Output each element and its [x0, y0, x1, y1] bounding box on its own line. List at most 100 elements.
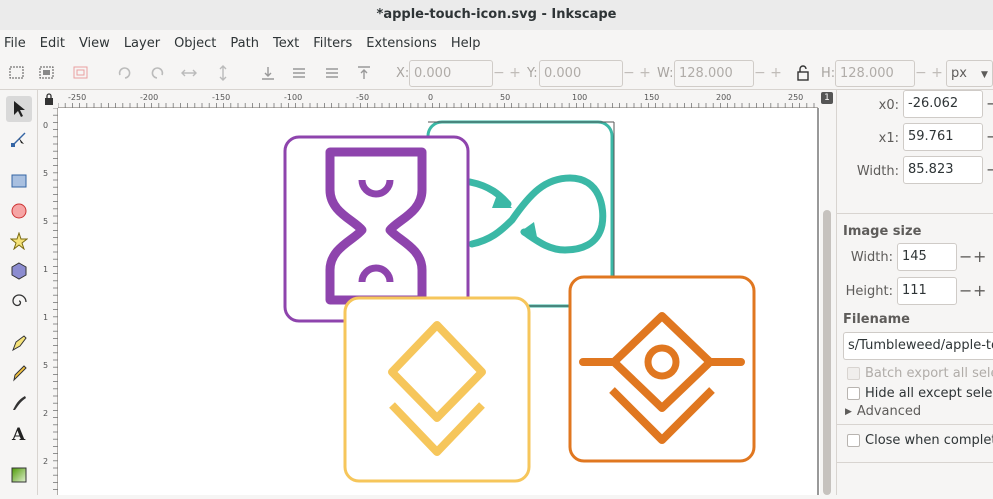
- rectangle-tool[interactable]: [6, 168, 32, 194]
- y-field[interactable]: 0.000: [539, 60, 623, 87]
- chevron-down-icon: ▼: [980, 70, 988, 80]
- menu-file[interactable]: File: [4, 36, 26, 51]
- menu-layer[interactable]: Layer: [124, 36, 160, 51]
- ruler-label: -100: [284, 93, 302, 102]
- filename-heading: Filename: [843, 312, 910, 327]
- text-tool[interactable]: A: [6, 420, 32, 446]
- image-size-heading: Image size: [843, 224, 922, 239]
- x-label: X:: [396, 66, 410, 81]
- node-tool[interactable]: [6, 126, 32, 152]
- h-spin[interactable]: − +: [915, 65, 943, 81]
- area-width-field[interactable]: 85.823: [903, 156, 983, 184]
- menu-view[interactable]: View: [79, 36, 110, 51]
- ellipse-tool[interactable]: [6, 198, 32, 224]
- w-spin[interactable]: − +: [754, 65, 782, 81]
- x1-label: x1:: [878, 131, 899, 146]
- checkbox-box: [847, 434, 860, 447]
- menu-filters[interactable]: Filters: [313, 36, 352, 51]
- unit-value: px: [951, 66, 967, 81]
- flip-vertical-icon[interactable]: [214, 65, 232, 81]
- menu-text[interactable]: Text: [273, 36, 299, 51]
- x0-label: x0:: [878, 98, 899, 113]
- advanced-expander[interactable]: ▶ Advanced: [845, 404, 921, 419]
- pen-bezier-icon: [12, 335, 27, 352]
- text-icon: A: [11, 425, 26, 442]
- ruler-label: 5: [43, 169, 48, 178]
- menu-object[interactable]: Object: [174, 36, 216, 51]
- rotate-cw-icon[interactable]: [148, 65, 166, 81]
- y-spin[interactable]: − +: [623, 65, 651, 81]
- gradient-icon: [11, 467, 27, 483]
- lower-icon[interactable]: [290, 65, 308, 81]
- menu-path[interactable]: Path: [230, 36, 259, 51]
- image-height-decrement-button[interactable]: −: [959, 283, 972, 299]
- rotate-ccw-icon[interactable]: [116, 65, 134, 81]
- image-width-field[interactable]: 145: [897, 243, 957, 271]
- 3d-box-tool[interactable]: [6, 258, 32, 284]
- pen-tool[interactable]: [6, 330, 32, 356]
- gradient-tool[interactable]: [6, 462, 32, 488]
- panel-divider: [837, 213, 993, 214]
- lower-to-bottom-icon[interactable]: [259, 65, 277, 81]
- hourglass-icon-tile[interactable]: [283, 135, 470, 323]
- area-width-decrement-button[interactable]: −: [986, 162, 993, 178]
- ruler-label: 2: [43, 409, 48, 418]
- x0-decrement-button[interactable]: −: [986, 96, 993, 112]
- vertical-ruler-ticks: 0 5 5 1 1 5 2 2: [43, 107, 58, 491]
- x1-decrement-button[interactable]: −: [986, 129, 993, 145]
- star-tool[interactable]: [6, 228, 32, 254]
- pencil-tool[interactable]: [6, 360, 32, 386]
- close-when-complete-label: Close when complete: [865, 433, 993, 448]
- canvas-scrollbar[interactable]: 1: [820, 90, 834, 495]
- spiral-icon: [12, 294, 27, 307]
- rectangle-icon: [11, 174, 27, 188]
- raise-to-top-icon[interactable]: [355, 65, 373, 81]
- selector-tool[interactable]: [6, 96, 32, 122]
- diamond-chevron-icon-tile[interactable]: [343, 296, 531, 483]
- raise-icon[interactable]: [323, 65, 341, 81]
- batch-export-label: Batch export all selecte: [865, 366, 993, 381]
- hide-all-label: Hide all except selecte: [865, 386, 993, 401]
- diamond-target-icon-tile[interactable]: [568, 275, 756, 463]
- hide-all-except-selected-checkbox[interactable]: Hide all except selecte: [847, 386, 993, 401]
- ruler-label: 100: [572, 93, 587, 102]
- filename-field[interactable]: s/Tumbleweed/apple-touc: [843, 332, 993, 360]
- calligraphy-icon: [13, 396, 26, 410]
- node-editor-icon: [11, 132, 26, 147]
- image-width-decrement-button[interactable]: −: [959, 249, 972, 265]
- lock-icon[interactable]: [794, 65, 812, 81]
- checkbox-box: [847, 387, 860, 400]
- w-field[interactable]: 128.000: [674, 60, 754, 87]
- select-all-layers-icon[interactable]: [38, 65, 56, 81]
- x-field[interactable]: 0.000: [409, 60, 493, 87]
- vertical-ruler[interactable]: 0 5 5 1 1 5 2 2: [40, 107, 58, 495]
- unit-select[interactable]: px ▼: [946, 60, 993, 87]
- image-height-increment-button[interactable]: +: [973, 283, 986, 299]
- w-label: W:: [657, 66, 674, 81]
- deselect-icon[interactable]: [72, 65, 90, 81]
- select-all-icon[interactable]: [8, 65, 26, 81]
- ruler-label: 0: [428, 93, 433, 102]
- h-field[interactable]: 128.000: [835, 60, 915, 87]
- close-when-complete-checkbox[interactable]: Close when complete: [847, 433, 993, 448]
- x1-field[interactable]: 59.761: [903, 123, 983, 151]
- batch-export-checkbox[interactable]: Batch export all selecte: [847, 366, 993, 381]
- menu-help[interactable]: Help: [451, 36, 481, 51]
- scrollbar-top-button[interactable]: 1: [821, 92, 833, 104]
- horizontal-ruler[interactable]: -250 -200 -150 -100 -50 0 50 100 150 200 250: [57, 90, 818, 108]
- menu-edit[interactable]: Edit: [40, 36, 65, 51]
- scrollbar-thumb[interactable]: [823, 210, 831, 495]
- spiral-tool[interactable]: [6, 288, 32, 314]
- menu-extensions[interactable]: Extensions: [366, 36, 437, 51]
- image-width-increment-button[interactable]: +: [973, 249, 986, 265]
- image-height-field[interactable]: 111: [897, 277, 957, 305]
- flip-horizontal-icon[interactable]: [180, 65, 198, 81]
- calligraphy-tool[interactable]: [6, 390, 32, 416]
- export-png-panel: x0: -26.062 − x1: 59.761 − Width: 85.823…: [836, 90, 993, 495]
- ruler-lock-icon[interactable]: [42, 92, 56, 106]
- x-spin[interactable]: − +: [493, 65, 521, 81]
- ruler-label: 1: [43, 313, 48, 322]
- ruler-label: -250: [68, 93, 86, 102]
- drawing-canvas[interactable]: [58, 108, 820, 495]
- x0-field[interactable]: -26.062: [903, 90, 983, 118]
